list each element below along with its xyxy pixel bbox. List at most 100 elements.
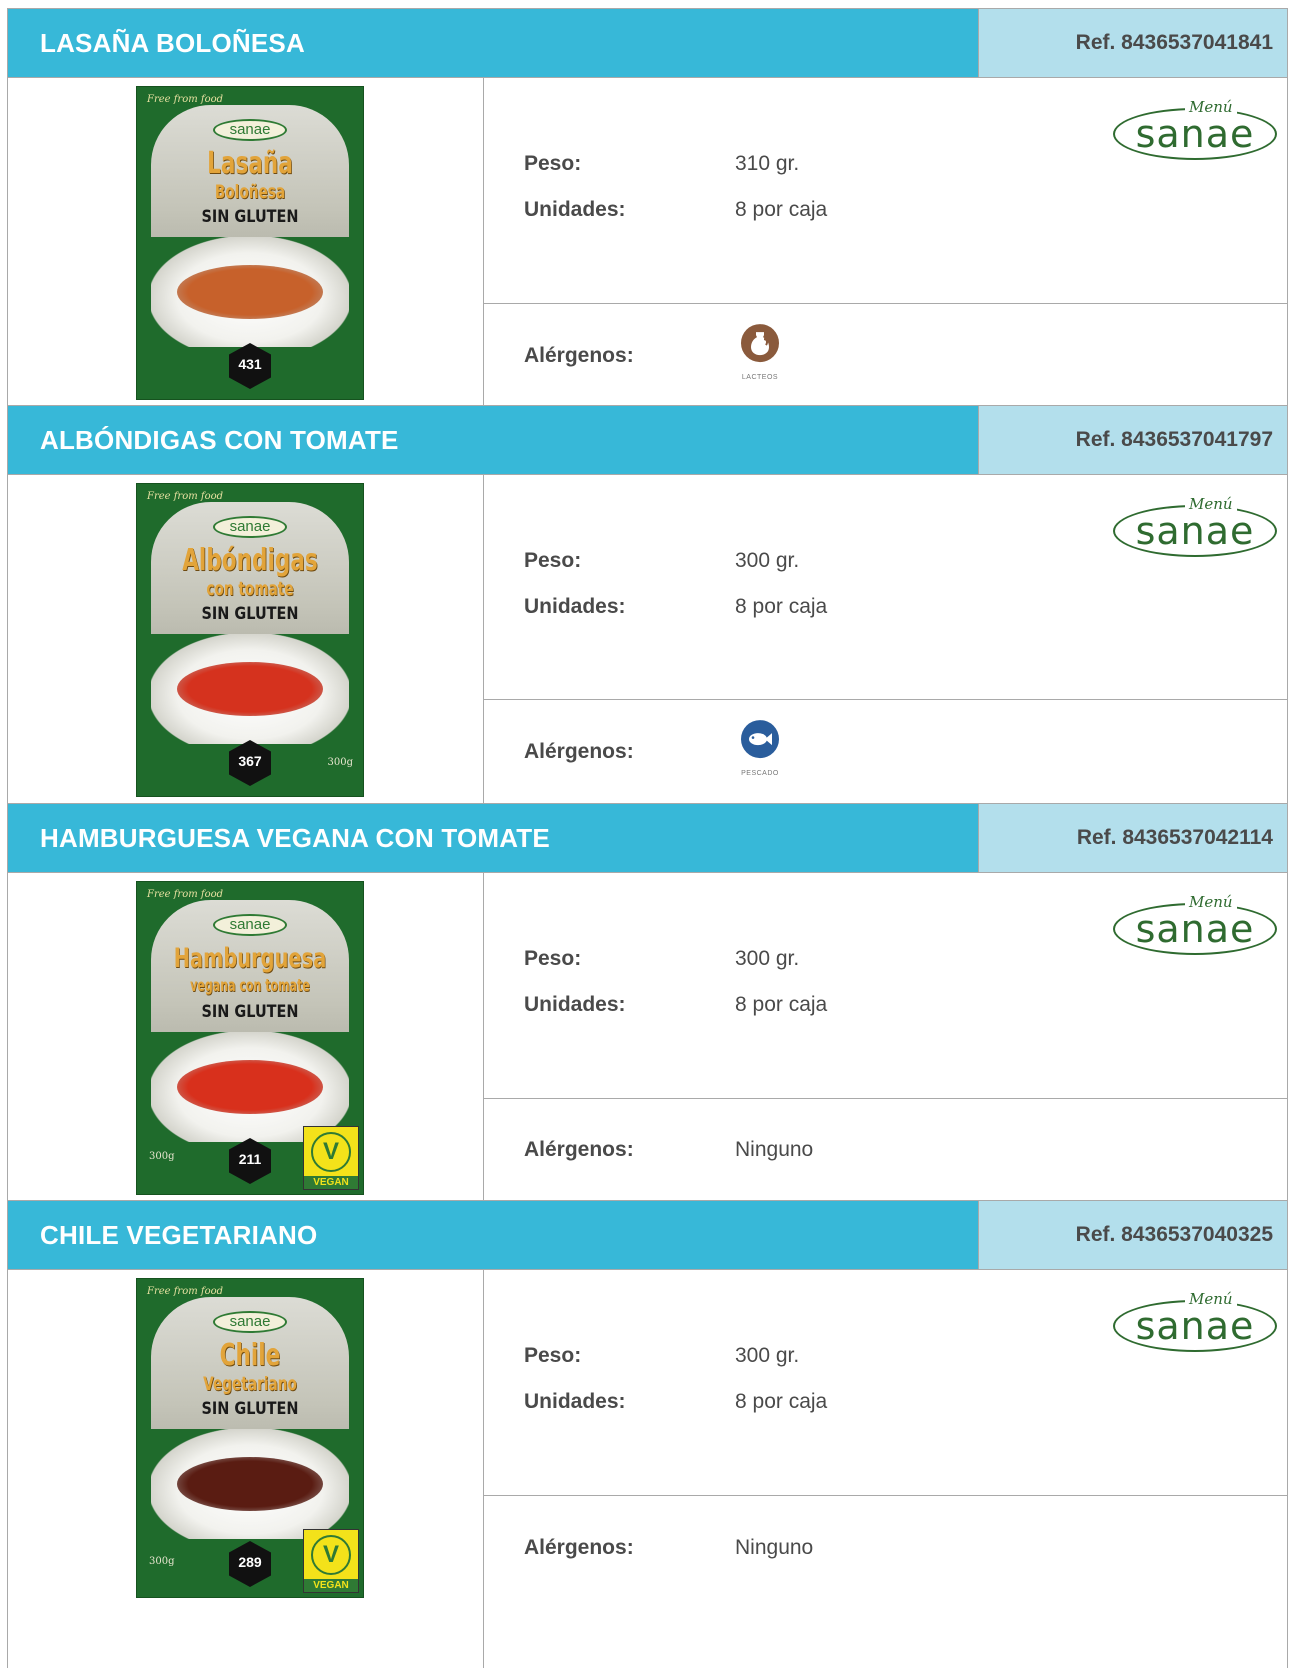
sanae-logo: Menú sanae — [1109, 98, 1281, 164]
unidades-value: 8 por caja — [735, 993, 828, 1016]
alergenos-value: Ninguno — [735, 1138, 814, 1161]
product-image-cell: Free from food sanae Hamburguesa vegana … — [8, 873, 484, 1201]
package-subtitle: Vegetariano — [203, 1373, 297, 1395]
package-gluten: SIN GLUTEN — [201, 207, 299, 227]
unidades-row: Unidades: 8 por caja — [524, 198, 827, 222]
package-name: Lasaña — [207, 146, 293, 181]
product-header: CHILE VEGETARIANO Ref. 8436537040325 — [8, 1201, 1287, 1270]
logo-brand-text: sanae — [1135, 112, 1255, 156]
product-name: LASAÑA BOLOÑESA — [8, 9, 978, 77]
package-kcal: 431 — [229, 343, 271, 389]
alergenos-label: Alérgenos: — [524, 739, 634, 763]
sanae-logo: Menú sanae — [1109, 893, 1281, 959]
unidades-row: Unidades: 8 por caja — [524, 993, 827, 1017]
sanae-logo: Menú sanae — [1109, 495, 1281, 561]
unidades-label: Unidades: — [524, 993, 626, 1016]
package-food — [177, 662, 323, 716]
peso-row: Peso: 310 gr. — [524, 152, 799, 176]
logo-menu-text: Menú — [1185, 893, 1237, 911]
logo-brand-text: sanae — [1135, 1304, 1255, 1348]
peso-row: Peso: 300 gr. — [524, 1344, 799, 1368]
product-name: HAMBURGUESA VEGANA CON TOMATE — [8, 804, 978, 872]
alergenos-value: Ninguno — [735, 1535, 814, 1559]
unidades-label: Unidades: — [524, 198, 626, 221]
peso-label: Peso: — [524, 152, 582, 175]
package-kcal: 289 — [229, 1541, 271, 1587]
peso-row: Peso: 300 gr. — [524, 549, 799, 573]
alergenos-label: Alérgenos: — [524, 1138, 634, 1161]
product-card: ALBÓNDIGAS CON TOMATE Ref. 8436537041797… — [7, 405, 1288, 804]
pescado-icon: PESCADO — [731, 719, 789, 777]
alergenos-label: Alérgenos: — [524, 344, 634, 367]
peso-label: Peso: — [524, 947, 582, 970]
product-package-image: Free from food sanae Lasaña Boloñesa SIN… — [136, 86, 364, 400]
product-name: CHILE VEGETARIANO — [8, 1201, 978, 1269]
product-name: ALBÓNDIGAS CON TOMATE — [8, 406, 978, 474]
product-package-image: Free from food sanae Chile Vegetariano S… — [136, 1278, 364, 1598]
unidades-value: 8 por caja — [735, 595, 828, 618]
peso-label: Peso: — [524, 549, 582, 572]
alergenos-label: Alérgenos: — [524, 1535, 634, 1559]
package-tag: Free from food — [147, 889, 224, 900]
package-gluten: SIN GLUTEN — [201, 604, 299, 624]
peso-value: 300 gr. — [735, 549, 800, 572]
package-brand: sanae — [213, 1311, 287, 1333]
package-subtitle: Boloñesa — [214, 181, 286, 203]
unidades-row: Unidades: 8 por caja — [524, 1390, 827, 1414]
package-weight: 300g — [327, 757, 354, 768]
product-card: LASAÑA BOLOÑESA Ref. 8436537041841 Free … — [7, 8, 1288, 409]
unidades-label: Unidades: — [524, 595, 626, 618]
product-header: ALBÓNDIGAS CON TOMATE Ref. 8436537041797 — [8, 406, 1287, 475]
package-gluten: SIN GLUTEN — [201, 1399, 299, 1419]
product-card: HAMBURGUESA VEGANA CON TOMATE Ref. 84365… — [7, 803, 1288, 1202]
package-food — [177, 265, 323, 319]
logo-menu-text: Menú — [1185, 495, 1237, 513]
logo-menu-text: Menú — [1185, 1290, 1237, 1308]
package-kcal: 367 — [229, 740, 271, 786]
package-subtitle: con tomate — [206, 578, 294, 600]
package-tag: Free from food — [147, 1286, 224, 1297]
lacteos-icon: LACTEOS — [731, 324, 789, 381]
peso-label: Peso: — [524, 1344, 582, 1367]
allergen-caption: PESCADO — [741, 769, 779, 777]
package-name: Chile — [219, 1338, 281, 1373]
allergen-caption: LACTEOS — [741, 374, 779, 382]
logo-brand-text: sanae — [1135, 907, 1255, 951]
alergenos-row: Alérgenos: — [524, 304, 735, 408]
unidades-row: Unidades: 8 por caja — [524, 595, 827, 619]
package-gluten: SIN GLUTEN — [201, 1002, 299, 1022]
package-brand: sanae — [213, 119, 287, 141]
product-image-cell: Free from food sanae Albóndigas con toma… — [8, 475, 484, 803]
product-ref: Ref. 8436537040325 — [978, 1201, 1287, 1269]
peso-value: 310 gr. — [735, 152, 800, 175]
product-card: CHILE VEGETARIANO Ref. 8436537040325 Fre… — [7, 1200, 1288, 1668]
peso-row: Peso: 300 gr. — [524, 947, 799, 971]
peso-value: 300 gr. — [735, 1344, 800, 1367]
alergenos-row: Alérgenos: Ninguno — [524, 1099, 813, 1201]
product-ref: Ref. 8436537041797 — [978, 406, 1287, 474]
product-header: HAMBURGUESA VEGANA CON TOMATE Ref. 84365… — [8, 804, 1287, 873]
product-header: LASAÑA BOLOÑESA Ref. 8436537041841 — [8, 9, 1287, 78]
product-image-cell: Free from food sanae Lasaña Boloñesa SIN… — [8, 78, 484, 408]
package-name: Hamburguesa — [173, 943, 327, 974]
product-ref: Ref. 8436537042114 — [978, 804, 1287, 872]
peso-value: 300 gr. — [735, 947, 800, 970]
unidades-value: 8 por caja — [735, 1390, 828, 1413]
package-name: Albóndigas — [182, 543, 318, 578]
package-weight: 300g — [149, 1556, 175, 1567]
package-tag: Free from food — [147, 94, 224, 105]
alergenos-row: Alérgenos: — [524, 700, 735, 803]
vegan-label-icon: V VEGAN — [303, 1529, 359, 1593]
alergenos-row: Alérgenos: Ninguno — [524, 1496, 813, 1599]
package-weight: 300g — [149, 1151, 175, 1162]
unidades-value: 8 por caja — [735, 198, 828, 221]
product-image-cell: Free from food sanae Chile Vegetariano S… — [8, 1270, 484, 1668]
package-food — [177, 1060, 323, 1114]
vegan-label-icon: V VEGAN — [303, 1126, 359, 1190]
unidades-label: Unidades: — [524, 1390, 626, 1413]
sanae-logo: Menú sanae — [1109, 1290, 1281, 1356]
logo-brand-text: sanae — [1135, 509, 1255, 553]
package-food — [177, 1457, 323, 1511]
package-kcal: 211 — [229, 1138, 271, 1184]
product-package-image: Free from food sanae Hamburguesa vegana … — [136, 881, 364, 1195]
